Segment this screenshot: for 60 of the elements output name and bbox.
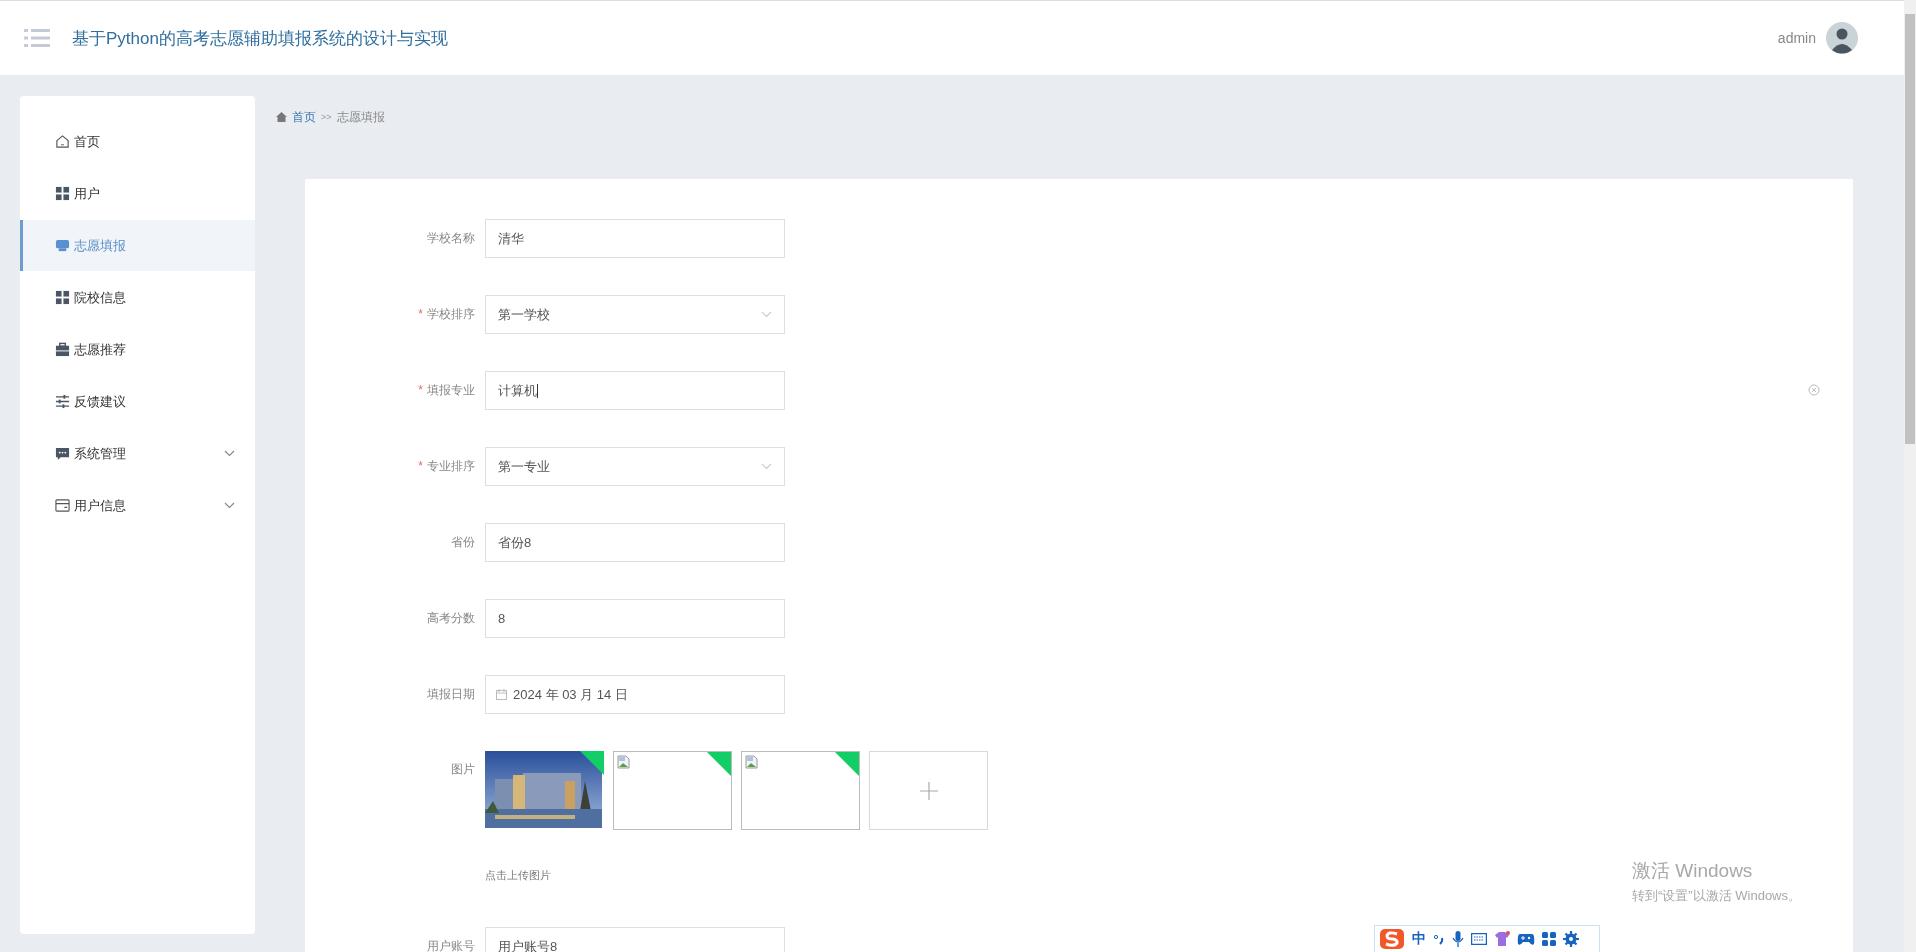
gamepad-icon[interactable]	[1517, 932, 1535, 946]
breadcrumb-separator: >>	[321, 112, 332, 122]
image-thumbnail[interactable]	[741, 751, 860, 830]
sidebar-item[interactable]: 反馈建议	[20, 376, 255, 427]
text-field[interactable]: 计算机	[485, 371, 785, 410]
date-field[interactable]: 2024 年 03 月 14 日	[485, 675, 785, 714]
field-label: 图片	[450, 761, 476, 778]
keyboard-icon[interactable]	[1471, 933, 1487, 945]
breadcrumb-current: 志愿填报	[336, 108, 385, 126]
menu-item-icon	[55, 134, 70, 149]
menu-item-icon	[55, 238, 70, 253]
broken-image-icon	[617, 755, 630, 769]
input-mode-toggle[interactable]: 中	[1412, 930, 1426, 948]
broken-image-icon	[745, 755, 758, 769]
user-name[interactable]: admin	[1777, 30, 1816, 46]
menu-item-icon	[55, 498, 70, 513]
field-label: 学校名称	[426, 230, 476, 247]
field-label: * 填报专业	[417, 382, 476, 399]
sidebar-item[interactable]: 用户	[20, 168, 255, 219]
chevron-down-icon	[761, 463, 772, 470]
field-label: * 专业排序	[417, 458, 476, 475]
chevron-down-icon	[761, 311, 772, 318]
shirt-icon[interactable]	[1494, 931, 1510, 947]
home-icon	[276, 112, 287, 122]
image-thumbnail[interactable]	[613, 751, 732, 830]
calendar-icon	[496, 689, 507, 700]
scrollbar[interactable]	[1904, 0, 1916, 952]
text-field[interactable]: 用户账号8	[485, 927, 785, 952]
select-field[interactable]: 第一专业	[485, 447, 785, 486]
avatar[interactable]	[1826, 22, 1858, 54]
text-field[interactable]: 清华	[485, 219, 785, 258]
field-label: * 学校排序	[417, 306, 476, 323]
sidebar-item[interactable]: 系统管理	[20, 428, 255, 479]
field-label: 高考分数	[426, 610, 476, 627]
text-field[interactable]: 8	[485, 599, 785, 638]
ime-logo-icon[interactable]	[1379, 928, 1405, 950]
microphone-icon[interactable]	[1452, 931, 1464, 947]
field-label: 省份	[450, 534, 476, 551]
text-field[interactable]: 省份8	[485, 523, 785, 562]
field-label: 填报日期	[426, 686, 476, 703]
menu-item-icon	[55, 290, 70, 305]
apps-icon[interactable]	[1542, 932, 1556, 946]
activation-title: 激活 Windows	[1632, 859, 1754, 883]
settings-icon[interactable]	[1563, 931, 1579, 947]
plus-icon	[919, 781, 938, 800]
app-title: 基于Python的高考志愿辅助填报系统的设计与实现	[72, 27, 448, 50]
upload-hint: 点击上传图片	[485, 868, 551, 883]
sidebar-item[interactable]: 首页	[20, 116, 255, 167]
menu-item-icon	[55, 446, 70, 461]
punctuation-icon[interactable]	[1433, 932, 1445, 946]
menu-item-icon	[55, 394, 70, 409]
field-label: 用户账号	[426, 938, 476, 952]
select-field[interactable]: 第一学校	[485, 295, 785, 334]
menu-item-icon	[55, 342, 70, 357]
sidebar-item[interactable]: 用户信息	[20, 480, 255, 531]
activation-subtitle: 转到“设置”以激活 Windows。	[1632, 887, 1801, 905]
breadcrumb-link[interactable]: 首页	[292, 108, 316, 126]
menu-item-icon	[55, 186, 70, 201]
sidebar-item[interactable]: 院校信息	[20, 272, 255, 323]
sidebar-item[interactable]: 志愿推荐	[20, 324, 255, 375]
